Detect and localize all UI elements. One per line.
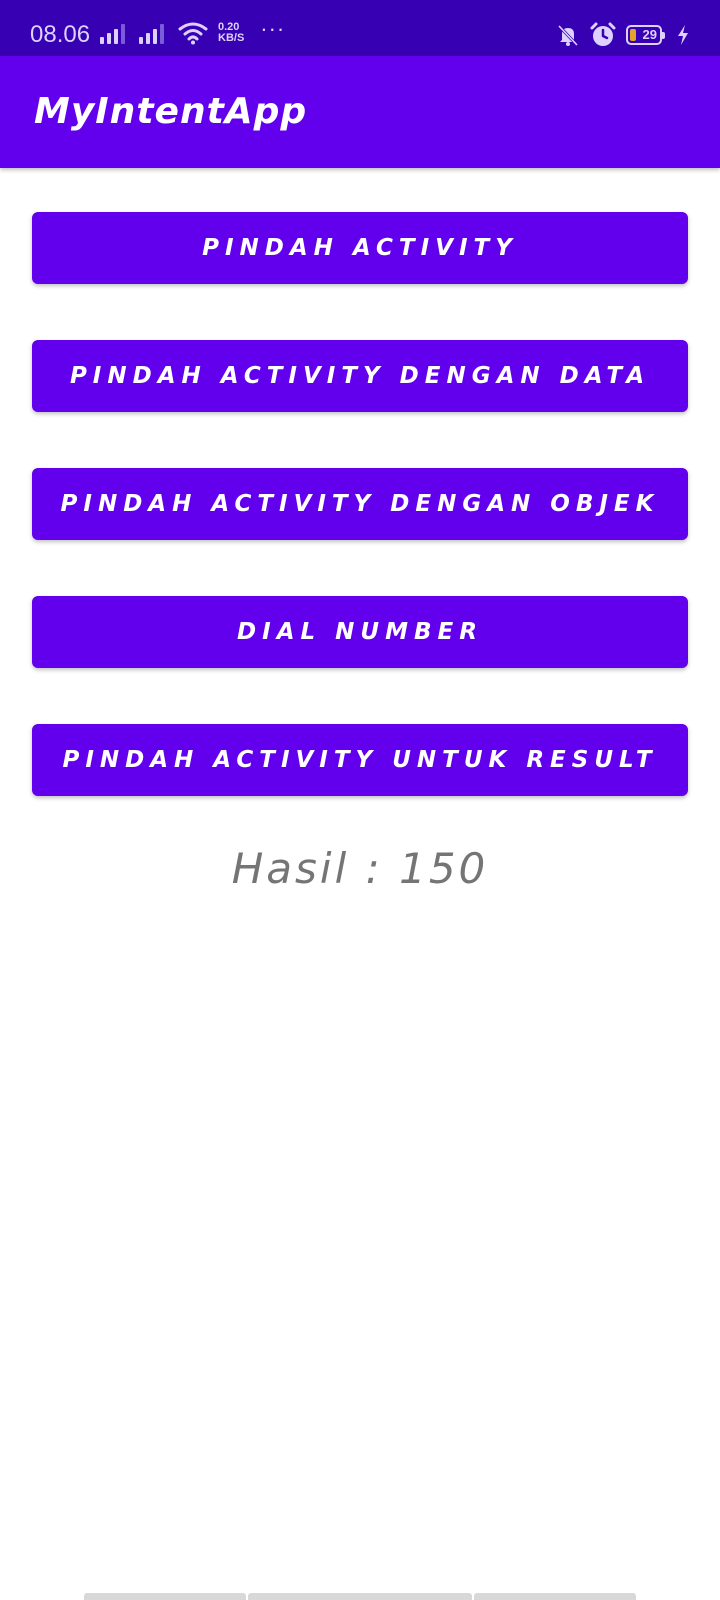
status-time: 08.06 xyxy=(30,21,91,48)
status-left-icons: 0.20 KB/S ··· xyxy=(100,16,286,48)
dial-number-button[interactable]: DIAL NUMBER xyxy=(32,596,688,668)
signal-icon xyxy=(100,22,125,44)
app-screen: 08.06 0.20 KB/S ··· 29 MyIntentApp PINDA… xyxy=(0,0,720,1600)
gesture-nav-bar[interactable] xyxy=(84,1593,636,1600)
app-bar: MyIntentApp xyxy=(0,56,720,168)
app-title: MyIntentApp xyxy=(34,91,308,132)
status-bar: 08.06 0.20 KB/S ··· 29 xyxy=(0,0,720,56)
alarm-icon xyxy=(590,22,616,48)
overflow-dots: ··· xyxy=(260,16,286,41)
signal-icon xyxy=(139,22,164,44)
wifi-icon xyxy=(178,21,208,45)
move-activity-button[interactable]: PINDAH ACTIVITY xyxy=(32,212,688,284)
battery-icon: 29 xyxy=(626,25,665,45)
result-text: Hasil : 150 xyxy=(231,844,489,893)
move-activity-for-result-button[interactable]: PINDAH ACTIVITY UNTUK RESULT xyxy=(32,724,688,796)
mute-icon xyxy=(556,23,580,47)
move-activity-with-object-button[interactable]: PINDAH ACTIVITY DENGAN OBJEK xyxy=(32,468,688,540)
move-activity-with-data-button[interactable]: PINDAH ACTIVITY DENGAN DATA xyxy=(32,340,688,412)
status-right-icons: 29 xyxy=(556,20,690,50)
battery-level: 29 xyxy=(642,27,657,42)
network-speed-unit: KB/S xyxy=(218,32,245,44)
charging-icon xyxy=(676,24,690,46)
network-speed: 0.20 KB/S xyxy=(218,22,244,44)
